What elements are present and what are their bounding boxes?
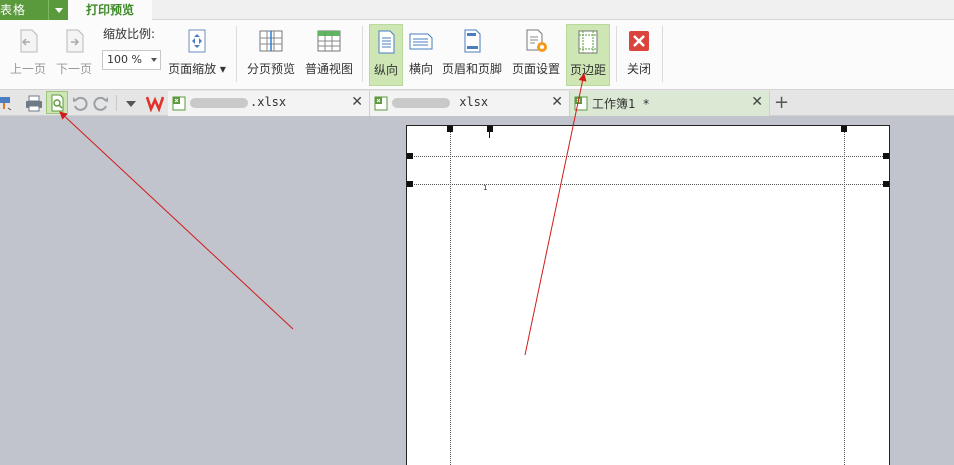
prev-page-label: 上一页 <box>9 62 46 76</box>
wps-logo-icon[interactable] <box>146 94 164 112</box>
normal-view-button[interactable]: 普通视图 <box>302 24 356 86</box>
close-icon[interactable]: ✕ <box>551 94 563 110</box>
app-menu-button[interactable]: 表格 <box>0 0 68 20</box>
ribbon-divider <box>236 26 237 82</box>
margin-handle[interactable] <box>841 126 847 132</box>
next-page-label: 下一页 <box>55 62 92 76</box>
page-break-grid-icon <box>259 30 283 52</box>
print-preview-toggle-button[interactable] <box>46 91 68 114</box>
app-menu-label: 表格 <box>0 3 27 17</box>
close-icon[interactable]: ✕ <box>351 94 363 110</box>
toolbar-dropdown-icon[interactable] <box>122 94 140 112</box>
portrait-page-icon <box>378 30 395 54</box>
margin-handle[interactable] <box>883 181 889 187</box>
landscape-button[interactable]: 横向 <box>404 24 438 86</box>
margin-handle[interactable] <box>447 126 453 132</box>
app-menu-dropdown-icon[interactable] <box>48 0 68 20</box>
normal-view-label: 普通视图 <box>304 62 353 76</box>
zoom-ratio-select[interactable]: 100 % <box>102 50 161 70</box>
file-tab[interactable]: .xlsx ✕ <box>168 91 370 116</box>
ribbon-divider <box>662 26 663 82</box>
portrait-button[interactable]: 纵向 <box>369 24 403 86</box>
ribbon-divider <box>616 26 617 82</box>
zoom-ratio-value: 100 % <box>107 53 142 66</box>
top-margin-guide[interactable] <box>407 156 889 157</box>
undo-icon[interactable] <box>71 94 89 112</box>
close-icon[interactable]: ✕ <box>751 94 763 110</box>
spreadsheet-file-icon <box>574 96 588 111</box>
spreadsheet-file-icon <box>374 96 388 111</box>
header-footer-label: 页眉和页脚 <box>441 62 502 76</box>
header-margin-guide[interactable] <box>407 184 889 185</box>
top-tab-strip: 表格 打印预览 <box>0 0 954 21</box>
page-zoom-label: 页面缩放 ▾ <box>168 62 226 76</box>
file-tab-name: .xlsx <box>190 95 286 109</box>
format-painter-icon[interactable] <box>0 94 14 112</box>
close-x-icon <box>629 31 649 51</box>
annotation-arrow-to-preview-icon <box>59 111 294 330</box>
page-setup-label: 页面设置 <box>511 62 560 76</box>
print-preview-page: 1 <box>406 125 890 465</box>
file-tab-name: 工作簿1 * <box>592 97 650 111</box>
file-tab[interactable]: xlsx ✕ <box>370 91 570 116</box>
prev-page-icon <box>20 29 38 53</box>
new-tab-plus-icon[interactable]: + <box>774 92 789 113</box>
page-number-label: 1 <box>483 184 488 192</box>
page-margins-button[interactable]: 页边距 <box>566 24 610 86</box>
file-tab-name: xlsx <box>392 95 488 109</box>
spreadsheet-file-icon <box>172 96 186 111</box>
next-page-icon <box>66 29 84 53</box>
chevron-down-icon <box>151 58 157 62</box>
ribbon-toolbar: 上一页 下一页 缩放比例: 100 % 页面缩放 ▾ 分页预览 普通视图 纵向 … <box>0 20 954 90</box>
page-break-preview-button[interactable]: 分页预览 <box>244 24 298 86</box>
landscape-page-icon <box>409 33 433 50</box>
page-margins-icon <box>578 30 598 54</box>
page-setup-button[interactable]: 页面设置 <box>509 24 563 86</box>
landscape-label: 横向 <box>408 62 433 76</box>
right-margin-guide[interactable] <box>844 126 845 465</box>
print-icon[interactable] <box>25 94 43 112</box>
tab-print-preview[interactable]: 打印预览 <box>68 0 152 21</box>
margin-handle[interactable] <box>487 126 493 132</box>
redo-icon[interactable] <box>92 94 110 112</box>
close-preview-label: 关闭 <box>626 62 651 76</box>
header-footer-button[interactable]: 页眉和页脚 <box>440 24 504 86</box>
print-preview-icon <box>51 94 64 112</box>
prev-page-button[interactable]: 上一页 <box>6 24 50 86</box>
margin-handle[interactable] <box>407 153 413 159</box>
margin-handle[interactable] <box>883 153 889 159</box>
file-tab-active[interactable]: 工作簿1 * ✕ <box>570 91 770 116</box>
ribbon-divider <box>362 26 363 82</box>
close-preview-button[interactable]: 关闭 <box>622 24 656 86</box>
margin-handle[interactable] <box>407 181 413 187</box>
redacted-filename <box>392 97 450 108</box>
page-break-preview-label: 分页预览 <box>246 62 295 76</box>
page-margins-label: 页边距 <box>569 63 606 77</box>
page-zoom-button[interactable]: 页面缩放 ▾ <box>165 24 229 86</box>
toolbar-divider <box>116 95 117 111</box>
portrait-label: 纵向 <box>373 63 398 77</box>
redacted-filename <box>190 97 248 108</box>
left-margin-guide[interactable] <box>450 126 451 465</box>
normal-view-grid-icon <box>317 30 341 52</box>
zoom-ratio-label: 缩放比例: <box>103 27 156 41</box>
next-page-button[interactable]: 下一页 <box>52 24 96 86</box>
page-setup-gear-icon <box>526 29 547 52</box>
page-zoom-icon <box>188 29 206 53</box>
column-width-marker <box>489 131 490 138</box>
header-footer-icon <box>464 29 481 53</box>
quick-access-toolbar: .xlsx ✕ xlsx ✕ 工作簿1 * ✕ + <box>0 90 954 116</box>
